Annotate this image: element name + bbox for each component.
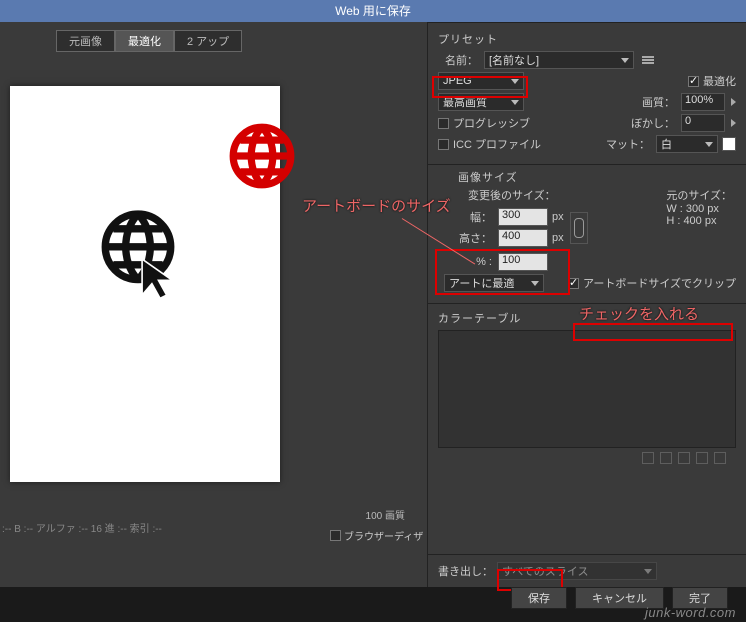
preset-name-label: 名前： bbox=[438, 52, 478, 68]
orig-width: W : 300 px bbox=[666, 203, 732, 215]
optimize-label: 最適化 bbox=[703, 73, 736, 89]
annotation-text-check: チェックを入れる bbox=[579, 303, 699, 324]
export-label: 書き出し： bbox=[438, 563, 493, 579]
clip-artboard-label: アートボードサイズでクリップ bbox=[583, 275, 736, 291]
chevron-down-icon bbox=[644, 569, 652, 574]
progressive-label: プログレッシブ bbox=[453, 115, 530, 131]
annotation-box-size bbox=[435, 249, 570, 295]
blur-input[interactable]: 0 bbox=[681, 114, 725, 132]
preset-menu-icon[interactable] bbox=[642, 56, 654, 64]
link-dimensions-icon[interactable] bbox=[570, 212, 588, 244]
save-button[interactable]: 保存 bbox=[511, 587, 567, 609]
px-unit: px bbox=[552, 232, 564, 244]
matte-label: マット： bbox=[606, 136, 650, 152]
window-titlebar: Web 用に保存 bbox=[0, 0, 746, 22]
height-label: 高さ： bbox=[452, 230, 492, 246]
orig-height: H : 400 px bbox=[666, 215, 732, 227]
original-size-block: 元のサイズ： W : 300 px H : 400 px bbox=[666, 187, 732, 227]
quality-flyout-icon[interactable] bbox=[731, 98, 736, 106]
browser-dither-label: ブラウザーディザ bbox=[344, 528, 423, 543]
annotation-text-artboard-size: アートボードのサイズ bbox=[302, 195, 451, 216]
chevron-down-icon bbox=[511, 100, 519, 105]
matte-swatch[interactable] bbox=[722, 137, 736, 151]
tab-optimized[interactable]: 最適化 bbox=[115, 30, 174, 52]
artwork-globe-cursor bbox=[96, 210, 180, 300]
icc-label: ICC プロファイル bbox=[453, 136, 541, 152]
tool-icon[interactable] bbox=[642, 452, 654, 464]
tab-two-up[interactable]: 2 アップ bbox=[174, 30, 242, 52]
height-input[interactable]: 400 bbox=[498, 229, 548, 247]
tool-icon[interactable] bbox=[660, 452, 672, 464]
chevron-down-icon bbox=[621, 58, 629, 63]
annotation-box-clip bbox=[573, 323, 733, 341]
artwork-globe-red bbox=[226, 120, 298, 192]
status-readout: :-- B :-- アルファ :-- 16 進 :-- 索引 :-- bbox=[2, 520, 162, 535]
tool-icon[interactable] bbox=[696, 452, 708, 464]
color-table-tools bbox=[438, 448, 736, 466]
tool-icon[interactable] bbox=[678, 452, 690, 464]
watermark: junk-word.com bbox=[645, 605, 736, 620]
quality-input[interactable]: 100% bbox=[681, 93, 725, 111]
progressive-checkbox[interactable] bbox=[438, 118, 449, 129]
annotation-box-format bbox=[432, 76, 528, 98]
browser-dither-checkbox[interactable] bbox=[330, 530, 341, 541]
image-size-title: 画像サイズ bbox=[458, 169, 518, 185]
px-unit: px bbox=[552, 211, 564, 223]
preview-quality-readout: 100 画質 bbox=[366, 507, 405, 522]
icc-checkbox[interactable] bbox=[438, 139, 449, 150]
blur-label: ぼかし： bbox=[631, 115, 675, 131]
tab-original[interactable]: 元画像 bbox=[56, 30, 115, 52]
preview-canvas[interactable] bbox=[10, 86, 280, 482]
preview-tabs: 元画像 最適化 2 アップ bbox=[56, 30, 427, 52]
orig-size-title: 元のサイズ： bbox=[666, 187, 732, 203]
window-title: Web 用に保存 bbox=[335, 4, 411, 18]
blur-flyout-icon[interactable] bbox=[731, 119, 736, 127]
optimize-checkbox[interactable] bbox=[688, 76, 699, 87]
quality-label: 画質： bbox=[635, 94, 675, 110]
width-label: 幅： bbox=[452, 209, 492, 225]
browser-dither-row: ブラウザーディザ bbox=[330, 528, 423, 543]
width-input[interactable]: 300 bbox=[498, 208, 548, 226]
export-section: 書き出し： すべてのスライス bbox=[428, 554, 746, 587]
trash-icon[interactable] bbox=[714, 452, 726, 464]
color-table-grid[interactable] bbox=[438, 330, 736, 448]
chevron-down-icon bbox=[705, 142, 713, 147]
matte-select[interactable]: 白 bbox=[656, 135, 718, 153]
preset-title: プリセット bbox=[438, 31, 736, 47]
preset-name-select[interactable]: [名前なし] bbox=[484, 51, 634, 69]
preview-pane: 元画像 最適化 2 アップ 100 画質 :-- B :-- ア bbox=[0, 22, 428, 587]
